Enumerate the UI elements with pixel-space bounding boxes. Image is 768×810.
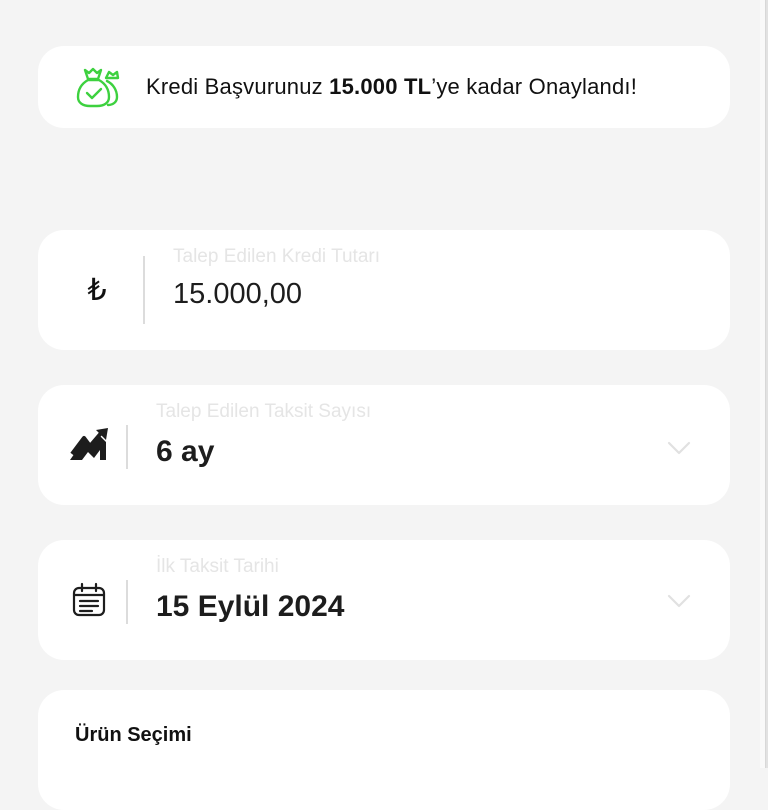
date-value[interactable]: 15 Eylül 2024 [156,590,344,624]
approval-text-end: ’ye kadar Onaylandı! [431,74,638,99]
chevron-down-icon[interactable] [666,435,692,461]
installment-value[interactable]: 6 ay [156,435,214,469]
amount-divider [143,256,145,324]
amount-field[interactable]: ₺ Talep Edilen Kredi Tutarı 15.000,00 [38,230,730,350]
calendar-icon-wrap [58,540,120,660]
scrollbar-track [760,0,766,768]
lira-glyph: ₺ [87,272,107,308]
approval-banner: Kredi Başvurunuz 15.000 TL’ye kadar Onay… [38,46,730,128]
amount-value[interactable]: 15.000,00 [173,278,302,311]
first-installment-field[interactable]: İlk Taksit Tarihi 15 Eylül 2024 [38,540,730,660]
scrollbar[interactable] [760,0,768,768]
calendar-icon [72,582,106,617]
approval-text-start: Kredi Başvurunuz [146,74,330,99]
trend-chart-icon [70,428,108,460]
amount-label: Talep Edilen Kredi Tutarı [173,246,381,267]
date-label: İlk Taksit Tarihi [156,556,279,577]
money-bags-check-icon [76,67,120,108]
chevron-down-icon[interactable] [666,588,692,614]
date-divider [126,580,128,624]
product-selection-card: Ürün Seçimi [38,690,730,810]
approval-message: Kredi Başvurunuz 15.000 TL’ye kadar Onay… [146,74,637,100]
lira-icon: ₺ [66,230,128,350]
installment-label: Talep Edilen Taksit Sayısı [156,401,372,422]
approval-amount: 15.000 TL [329,74,432,99]
installment-divider [126,425,128,469]
product-selection-title: Ürün Seçimi [75,724,192,746]
trend-chart-icon-wrap [60,385,122,505]
installment-field[interactable]: Talep Edilen Taksit Sayısı 6 ay [38,385,730,505]
